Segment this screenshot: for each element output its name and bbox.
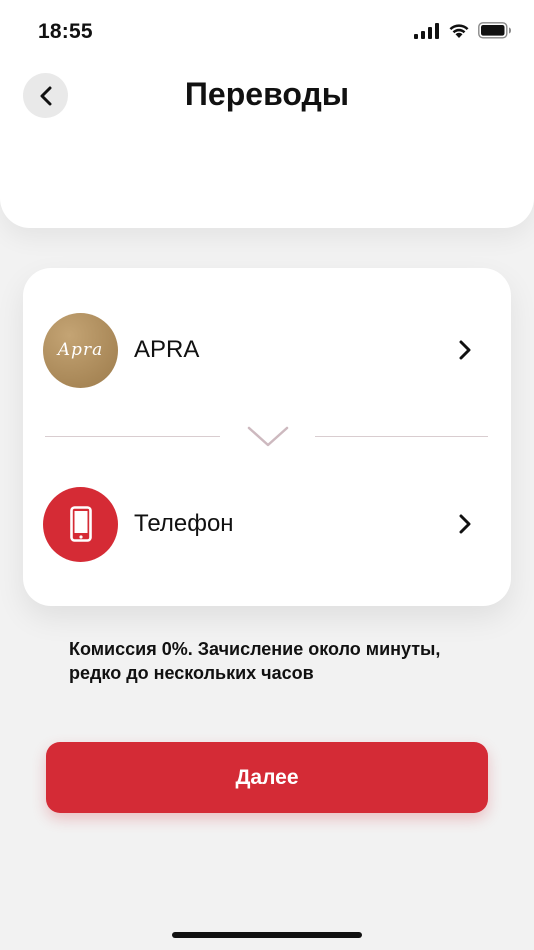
commission-info: Комиссия 0%. Зачисление около минуты, ре… xyxy=(69,639,441,683)
phone-avatar xyxy=(43,486,118,562)
chevron-down-icon[interactable] xyxy=(247,426,289,448)
transfer-to-row[interactable]: Телефон xyxy=(23,474,511,574)
phone-icon xyxy=(69,506,92,542)
transfer-from-row[interactable]: Apra APRA xyxy=(23,300,511,400)
apra-logo: Apra xyxy=(43,312,118,388)
transfer-to-label: Телефон xyxy=(134,510,234,537)
header-card: 18:55 Переводы xyxy=(0,0,534,228)
next-button[interactable]: Далее xyxy=(46,742,488,813)
divider xyxy=(315,436,488,437)
signal-icon xyxy=(414,22,439,39)
transfer-from-label: APRA xyxy=(134,336,200,363)
battery-icon xyxy=(478,22,511,39)
chevron-right-icon xyxy=(455,514,475,534)
status-bar: 18:55 xyxy=(0,0,534,60)
apra-logo-text: Apra xyxy=(57,340,104,360)
home-indicator[interactable] xyxy=(172,932,362,938)
status-time: 18:55 xyxy=(38,20,93,43)
divider xyxy=(45,436,220,437)
page-title: Переводы xyxy=(184,76,350,112)
transfer-card: Apra APRA Телефон xyxy=(23,268,511,606)
status-icons xyxy=(414,22,512,39)
chevron-right-icon xyxy=(455,340,475,360)
wifi-icon xyxy=(449,23,469,38)
